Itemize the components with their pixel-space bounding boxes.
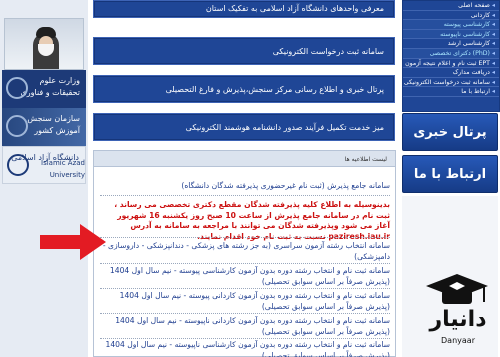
announcement-link[interactable]: سامانه ثبت نام و انتخاب رشته دوره بدون آ… bbox=[100, 266, 390, 287]
sanjesh-banner-label: سازمان سنجش آموزش کشور bbox=[27, 114, 80, 135]
menu-item-bachelor-noncontinuous[interactable]: کارشناسی ناپیوسته bbox=[403, 29, 499, 40]
menu-item-home[interactable]: صفحه اصلی bbox=[403, 1, 499, 11]
divider bbox=[100, 338, 390, 339]
watermark-subtitle: Danyaar bbox=[441, 336, 475, 345]
ministry-logo-icon bbox=[6, 77, 28, 99]
sanjesh-logo-icon bbox=[6, 115, 28, 137]
announcement-link[interactable]: سامانه جامع پذیرش (ثبت نام غیرحضوری پذیر… bbox=[100, 181, 390, 192]
announcement-link[interactable]: سامانه ثبت نام و انتخاب رشته دوره بدون آ… bbox=[100, 316, 390, 337]
divider bbox=[100, 237, 390, 238]
announcement-link[interactable]: سامانه ثبت نام و انتخاب رشته دوره بدون آ… bbox=[100, 340, 390, 357]
leader-portrait-image bbox=[4, 18, 84, 70]
menu-item-contact[interactable]: ارتباط با ما bbox=[403, 87, 499, 97]
menu-item-master[interactable]: کارشناسی ارشد bbox=[403, 39, 499, 49]
menu-item-electronic-request[interactable]: سامانه ثبت درخواست الکترونیکی bbox=[403, 78, 499, 88]
menu-item-bachelor-continuous[interactable]: کارشناسی پیوسته bbox=[403, 20, 499, 30]
sanjesh-organization-banner[interactable]: سازمان سنجش آموزش کشور bbox=[2, 108, 86, 146]
service-button-units-by-province[interactable]: معرفی واحدهای دانشگاه آزاد اسلامی به تفک… bbox=[93, 0, 395, 18]
announcement-notice-red: بدینوسیله به اطلاع کلیه پذیرفته شدگان مق… bbox=[114, 200, 390, 241]
announcement-link[interactable]: سامانه ثبت نام و انتخاب رشته دوره بدون آ… bbox=[100, 291, 390, 312]
watermark-title: دانیار bbox=[429, 307, 487, 332]
danyaar-watermark-logo: دانیار Danyaar bbox=[418, 272, 496, 354]
main-menu: صفحه اصلی کاردانی کارشناسی پیوسته کارشنا… bbox=[402, 0, 500, 112]
graduation-cap-icon bbox=[426, 274, 488, 304]
divider bbox=[100, 263, 390, 264]
news-portal-banner[interactable]: پرتال خبری bbox=[402, 113, 498, 151]
service-button-smart-diploma[interactable]: میز خدمت تکمیل فرآیند صدور دانشنامه هوشم… bbox=[93, 113, 395, 141]
announcements-panel: لیست اطلاعیه ها سامانه جامع پذیرش (ثبت ن… bbox=[93, 150, 396, 357]
divider bbox=[100, 313, 390, 314]
divider bbox=[100, 195, 390, 196]
azad-university-banner[interactable]: دانشگاه آزاد اسلامی Islamic Azad Univers… bbox=[2, 146, 86, 184]
contact-us-banner[interactable]: ارتباط با ما bbox=[402, 155, 498, 193]
main-content: معرفی واحدهای دانشگاه آزاد اسلامی به تفک… bbox=[93, 0, 398, 357]
announcement-link[interactable]: سامانه انتخاب رشته آزمون سراسری (به جز ر… bbox=[100, 241, 390, 262]
menu-item-phd[interactable]: دکترای تخصصی (PhD) bbox=[403, 48, 499, 59]
left-sidebar: وزارت علوم تحقیقات و فناوری سازمان سنجش … bbox=[0, 0, 88, 357]
menu-item-documents[interactable]: دریافت مدارک bbox=[403, 68, 499, 78]
red-arrow-icon bbox=[40, 224, 106, 260]
service-button-news-portal[interactable]: پرتال خبری و اطلاع رسانی مرکز سنجش،پذیرش… bbox=[93, 75, 395, 103]
menu-item-associate[interactable]: کاردانی bbox=[403, 11, 499, 21]
announcements-header: لیست اطلاعیه ها bbox=[94, 151, 395, 167]
azad-banner-english-label: Islamic Azad University bbox=[41, 159, 85, 179]
ministry-of-science-banner[interactable]: وزارت علوم تحقیقات و فناوری bbox=[2, 70, 86, 108]
divider bbox=[100, 288, 390, 289]
service-button-electronic-request[interactable]: سامانه ثبت درخواست الکترونیکی bbox=[93, 37, 395, 65]
menu-item-ept[interactable]: ثبت نام و اعلام نتیجه آزمون EPT bbox=[403, 59, 499, 69]
